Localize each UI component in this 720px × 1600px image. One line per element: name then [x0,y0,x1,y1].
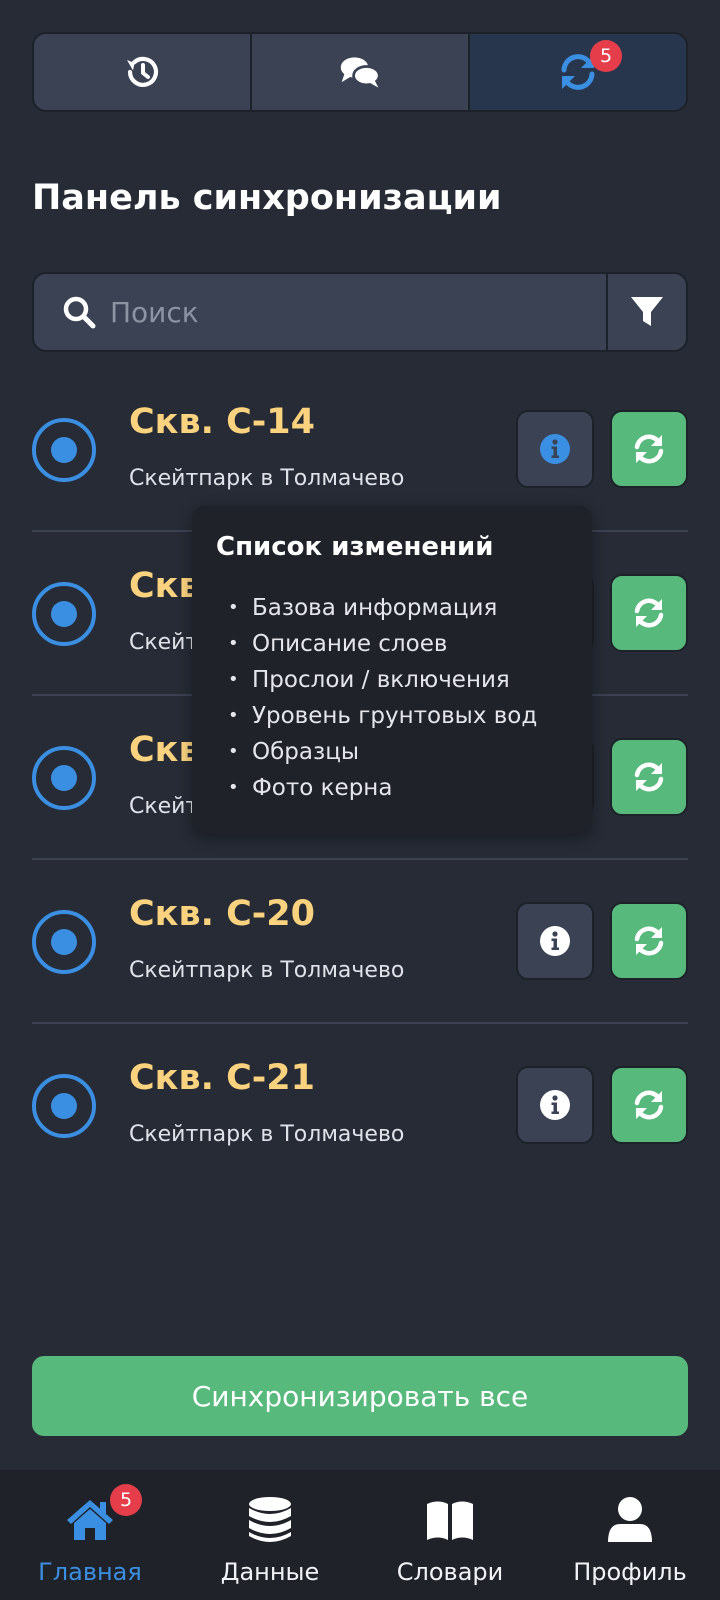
user-icon [608,1497,652,1542]
info-button[interactable] [516,1066,594,1144]
radio-dot [51,765,77,791]
info-button[interactable] [516,410,594,488]
info-button[interactable] [516,902,594,980]
tooltip-item: Уровень грунтовых вод [216,698,568,734]
sync-icon [634,762,664,792]
info-icon [540,1090,570,1120]
well-title: Скв. С-14 [129,402,315,442]
tab-comments[interactable] [250,34,468,110]
search-input[interactable] [110,282,606,342]
page-title: Панель синхронизации [32,178,502,218]
home-icon [67,1500,113,1540]
nav-label: Данные [220,1558,320,1586]
nav-item-dictionaries[interactable]: Словари [360,1470,540,1600]
nav-label: Главная [38,1558,142,1586]
radio-dot [51,601,77,627]
info-icon [540,434,570,464]
nav-item-home[interactable]: 5 Главная [0,1470,180,1600]
well-title: Скв. С-20 [129,894,315,934]
search-box [34,274,606,350]
tab-sync[interactable]: 5 [468,34,686,110]
well-subtitle: Скейтпарк в Толмачево [129,1122,405,1147]
radio-select[interactable] [32,910,96,974]
well-subtitle: Скейтпарк в Толмачево [129,958,405,983]
sync-icon [634,1090,664,1120]
list-item[interactable]: Скв. С-21 Скейтпарк в Толмачево [32,1024,688,1188]
search-icon [63,296,96,329]
radio-select[interactable] [32,1074,96,1138]
radio-select[interactable] [32,746,96,810]
radio-dot [51,1093,77,1119]
sync-count-badge: 5 [590,40,622,72]
nav-label: Словари [396,1558,504,1586]
sync-button[interactable] [610,410,688,488]
filter-button[interactable] [606,274,686,350]
history-icon [127,56,159,87]
tooltip-list: Базова информация Описание слоев Прослои… [216,590,568,806]
nav-item-data[interactable]: Данные [180,1470,360,1600]
sync-all-button[interactable]: Синхронизировать все [32,1356,688,1436]
sync-button[interactable] [610,902,688,980]
sync-button[interactable] [610,1066,688,1144]
well-title: Скв. С-21 [129,1058,315,1098]
radio-select[interactable] [32,418,96,482]
sync-icon [634,926,664,956]
sync-button[interactable] [610,738,688,816]
filter-icon [631,297,663,326]
changes-tooltip: Список изменений Базова информация Описа… [192,506,592,834]
radio-dot [51,437,77,463]
top-tab-bar: 5 [32,32,688,112]
sync-icon [634,598,664,628]
tooltip-item: Прослои / включения [216,662,568,698]
sync-icon [634,434,664,464]
list-item[interactable]: Скв. С-20 Скейтпарк в Толмачево [32,860,688,1024]
radio-select[interactable] [32,582,96,646]
tooltip-item: Фото керна [216,770,568,806]
well-subtitle: Скейтпарк в Толмачево [129,466,405,491]
sync-button[interactable] [610,574,688,652]
comments-icon [340,57,381,88]
tooltip-item: Базова информация [216,590,568,626]
radio-dot [51,929,77,955]
search-bar [32,272,688,352]
tooltip-title: Список изменений [216,532,494,562]
tooltip-item: Описание слоев [216,626,568,662]
database-icon [249,1497,291,1542]
nav-label: Профиль [573,1558,687,1586]
tab-history[interactable] [34,34,250,110]
bottom-nav: 5 Главная Данные Словари Профиль [0,1470,720,1600]
home-badge: 5 [110,1484,142,1516]
nav-item-profile[interactable]: Профиль [540,1470,720,1600]
info-icon [540,926,570,956]
tooltip-item: Образцы [216,734,568,770]
app-root: 5 Панель синхронизации Скв. С-14 Скейтпа… [0,0,720,1600]
book-icon [427,1501,473,1540]
